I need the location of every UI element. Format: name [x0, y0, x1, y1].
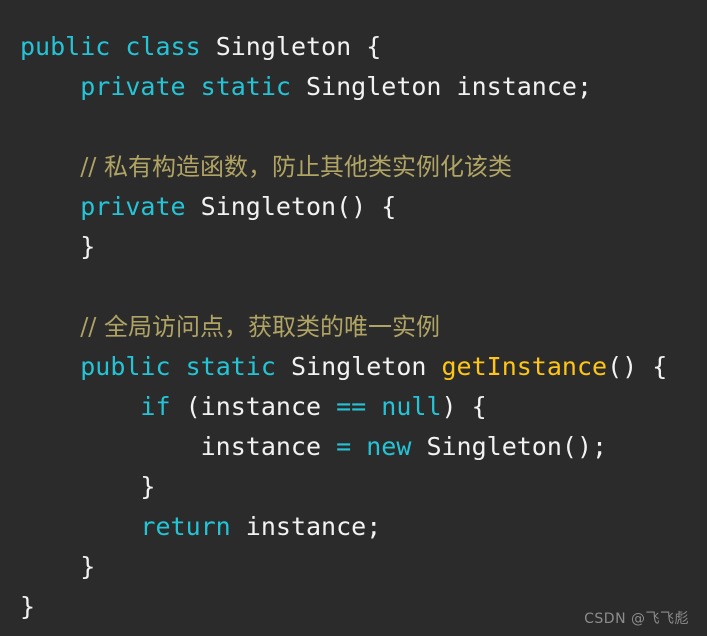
code-token-punct: () {	[607, 352, 668, 381]
code-token-punct: ;	[366, 512, 382, 541]
code-token-ident: instance	[200, 392, 322, 421]
code-token-keyword: ==	[336, 392, 367, 421]
code-token-ident: instance	[456, 72, 577, 101]
code-token-keyword: null	[381, 392, 442, 421]
code-token-punct: }	[80, 552, 96, 581]
code-line: public class Singleton {	[20, 27, 700, 67]
code-token-keyword: class	[125, 32, 201, 61]
code-token-keyword: private	[80, 192, 186, 221]
code-token-type: Singleton	[290, 352, 427, 381]
code-token-type: Singleton	[426, 432, 562, 461]
code-token-keyword: =	[336, 432, 352, 461]
code-token-punct: ) {	[441, 392, 487, 421]
code-token-keyword: static	[200, 72, 291, 101]
code-token-keyword: if	[140, 392, 171, 421]
code-token-punct: (	[170, 392, 201, 421]
code-line: private static Singleton instance;	[20, 67, 700, 107]
code-line: if (instance == null) {	[20, 387, 700, 427]
code-token-ident: instance	[200, 432, 322, 461]
code-token-method: getInstance	[441, 352, 608, 381]
code-line: }	[20, 227, 700, 267]
code-line: // 全局访问点，获取类的唯一实例	[20, 307, 700, 347]
code-token-comment: // 全局访问点，获取类的唯一实例	[80, 313, 441, 341]
code-token-keyword: public	[80, 352, 171, 381]
code-token-keyword: public	[20, 32, 111, 61]
code-line: }	[20, 547, 700, 587]
code-token-punct: }	[20, 592, 36, 621]
code-line: }	[20, 467, 700, 507]
code-token-punct: }	[140, 472, 156, 501]
code-token-type: Singleton	[306, 72, 442, 101]
code-line: return instance;	[20, 507, 700, 547]
code-line: private Singleton() {	[20, 187, 700, 227]
code-token-punct: {	[366, 32, 382, 61]
csdn-watermark: CSDN @飞飞彪	[584, 611, 689, 627]
code-token-ident: instance	[245, 512, 367, 541]
code-token-keyword: return	[140, 512, 231, 541]
code-line: instance = new Singleton();	[20, 427, 700, 467]
code-token-keyword: private	[80, 72, 186, 101]
code-editor-content[interactable]: public class Singleton { private static …	[20, 27, 700, 627]
code-token-comment: // 私有构造函数，防止其他类实例化该类	[80, 153, 513, 181]
code-token-type: Singleton	[200, 192, 337, 221]
code-token-type: Singleton	[215, 32, 352, 61]
code-line: // 私有构造函数，防止其他类实例化该类	[20, 147, 700, 187]
code-token-punct: ();	[561, 432, 608, 461]
code-line: public static Singleton getInstance() {	[20, 347, 700, 387]
code-token-punct: () {	[336, 192, 397, 221]
code-token-keyword: static	[185, 352, 276, 381]
code-token-keyword: new	[366, 432, 412, 461]
code-token-punct: }	[80, 232, 96, 261]
code-token-punct: ;	[576, 72, 593, 101]
code-screenshot: public class Singleton { private static …	[0, 0, 707, 636]
